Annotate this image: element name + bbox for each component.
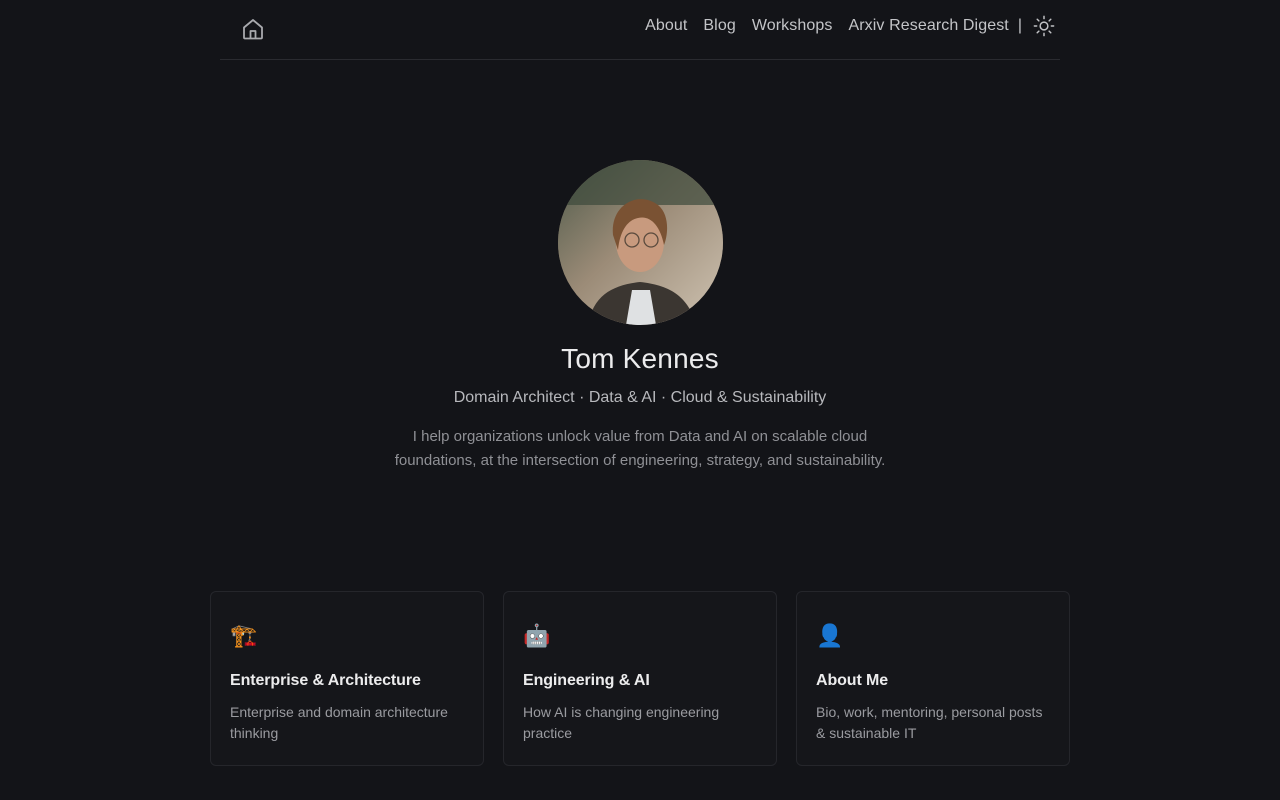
card-enterprise-architecture[interactable]: 🏗️ Enterprise & Architecture Enterprise …: [210, 591, 484, 766]
topic-cards: 🏗️ Enterprise & Architecture Enterprise …: [210, 591, 1070, 766]
nav-blog-link[interactable]: Blog: [703, 17, 735, 35]
profile-name: Tom Kennes: [561, 343, 719, 374]
card-title: Engineering & AI: [523, 672, 650, 689]
nav-separator: |: [1017, 17, 1022, 34]
nav-about-link[interactable]: About: [645, 17, 687, 35]
main-nav: About Blog Workshops Arxiv Research Dige…: [629, 13, 1056, 39]
profile-photo: [557, 160, 723, 325]
profile-bio: I help organizations unlock value from D…: [394, 428, 886, 469]
nav-arxiv-digest-link[interactable]: Arxiv Research Digest: [848, 17, 1008, 35]
person-silhouette-icon: 👤: [816, 623, 844, 648]
sun-icon[interactable]: [1032, 14, 1056, 38]
nav-workshops-link[interactable]: Workshops: [752, 17, 833, 35]
card-description: How AI is changing engineering practice: [523, 704, 720, 741]
site-header: About Blog Workshops Arxiv Research Dige…: [220, 0, 1060, 60]
card-title: About Me: [816, 672, 889, 689]
robot-icon: 🤖: [523, 623, 551, 648]
home-icon[interactable]: [240, 16, 266, 42]
card-description: Bio, work, mentoring, personal posts & s…: [816, 704, 1043, 741]
profile-tagline: Domain Architect · Data & AI · Cloud & S…: [453, 389, 827, 406]
card-title: Enterprise & Architecture: [230, 672, 421, 689]
hero-section: Tom Kennes Domain Architect · Data & AI …: [0, 160, 1280, 473]
card-about-me[interactable]: 👤 About Me Bio, work, mentoring, persona…: [796, 591, 1070, 766]
card-description: Enterprise and domain architecture think…: [230, 704, 448, 741]
card-engineering-ai[interactable]: 🤖 Engineering & AI How AI is changing en…: [503, 591, 777, 766]
construction-crane-icon: 🏗️: [230, 623, 258, 648]
